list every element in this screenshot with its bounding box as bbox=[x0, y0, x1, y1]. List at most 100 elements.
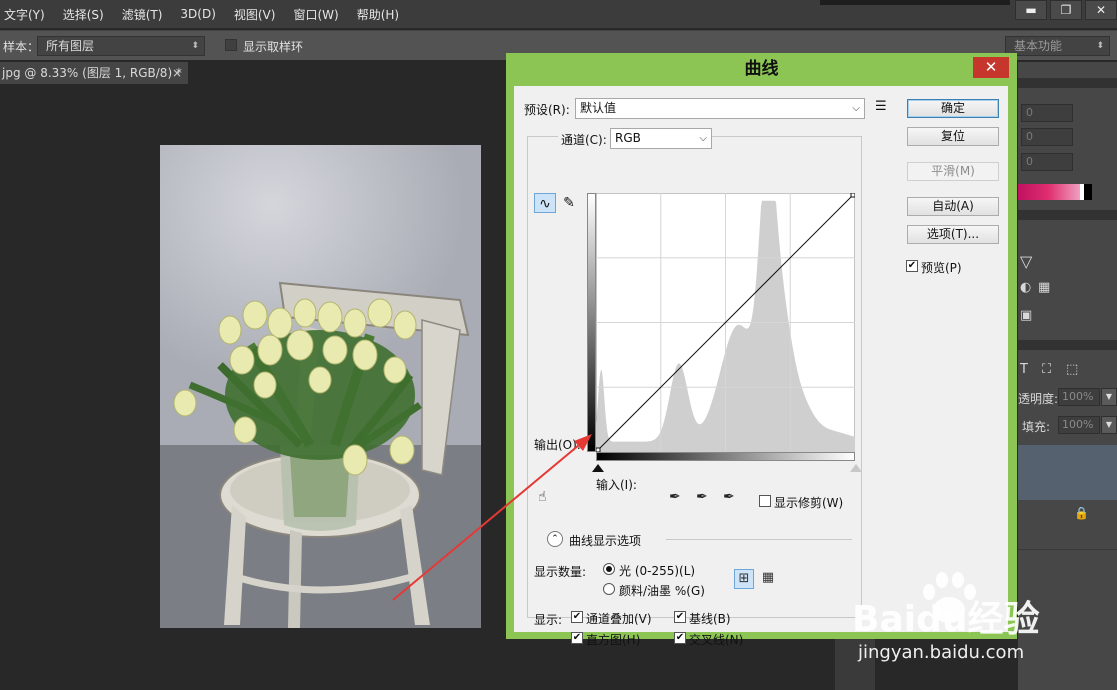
ok-button[interactable]: 确定 bbox=[907, 99, 999, 118]
preview-checkbox[interactable]: ✔ bbox=[906, 260, 918, 272]
chevron-up-icon[interactable]: ⌃ bbox=[547, 531, 563, 547]
channel-overlay-checkbox[interactable]: ✔ bbox=[571, 611, 583, 623]
input-gradient-bar bbox=[596, 452, 855, 461]
curve-options-label: 曲线显示选项 bbox=[569, 534, 642, 548]
menu-help[interactable]: 帮助(H) bbox=[348, 6, 408, 23]
output-gradient-bar bbox=[587, 193, 596, 452]
watermark-brand: Baidu经验 bbox=[852, 599, 1040, 640]
chevron-down-icon: ⌵ bbox=[699, 133, 707, 144]
intersection-checkbox[interactable]: ✔ bbox=[674, 632, 686, 644]
sample-select[interactable]: 所有图层 ⬍ bbox=[37, 36, 205, 56]
pigment-label: 颜料/油墨 %(G) bbox=[619, 584, 705, 598]
menu-filter[interactable]: 滤镜(T) bbox=[113, 6, 172, 23]
menu-type[interactable]: 文字(Y) bbox=[0, 6, 54, 23]
preset-menu-icon[interactable]: ☰ bbox=[875, 99, 887, 114]
triangle-down-icon[interactable]: ▽ bbox=[1020, 252, 1032, 271]
color-field-1[interactable]: 0 bbox=[1021, 104, 1073, 122]
document-title: jpg @ 8.33% (图层 1, RGB/8) * bbox=[2, 66, 182, 80]
square-icon[interactable]: ▣ bbox=[1020, 308, 1032, 323]
curve-edit-tool[interactable]: ∿ bbox=[534, 193, 556, 213]
baseline-checkbox[interactable]: ✔ bbox=[674, 611, 686, 623]
show-clipping-checkbox[interactable] bbox=[759, 495, 771, 507]
lock-icon: 🔒 bbox=[1074, 506, 1089, 520]
menu-window[interactable]: 窗口(W) bbox=[284, 6, 347, 23]
smooth-button[interactable]: 平滑(M) bbox=[907, 162, 999, 181]
target-adjust-icon[interactable]: ☝ bbox=[538, 489, 547, 505]
document-image bbox=[160, 145, 481, 628]
simple-grid-button[interactable]: ⊞ bbox=[734, 569, 754, 589]
tulip-chair-photo bbox=[160, 145, 481, 628]
menu-select[interactable]: 选择(S) bbox=[54, 6, 113, 23]
dialog-title: 曲线 bbox=[744, 59, 779, 79]
layer-row-selected[interactable] bbox=[1018, 445, 1117, 500]
curve-point-white[interactable] bbox=[850, 193, 855, 198]
white-point-slider[interactable] bbox=[850, 464, 862, 472]
panel-header bbox=[1018, 340, 1117, 350]
auto-button[interactable]: 自动(A) bbox=[907, 197, 999, 216]
show-label: 显示: bbox=[534, 613, 563, 627]
show-clipping-label: 显示修剪(W) bbox=[774, 496, 844, 510]
circle-icon[interactable]: ◐ bbox=[1020, 280, 1031, 295]
minimize-button[interactable]: ▬ bbox=[1015, 0, 1047, 20]
detailed-grid-button[interactable]: ▦ bbox=[758, 569, 778, 589]
opacity-input[interactable]: 100% bbox=[1058, 388, 1100, 406]
show-ring-checkbox[interactable] bbox=[225, 39, 237, 51]
close-tab-icon[interactable]: × bbox=[172, 62, 182, 84]
color-ramp-black bbox=[1084, 184, 1092, 200]
preview-label: 预览(P) bbox=[921, 261, 962, 275]
menu-view[interactable]: 视图(V) bbox=[225, 6, 285, 23]
histogram-checkbox[interactable]: ✔ bbox=[571, 632, 583, 644]
menu-3d[interactable]: 3D(D) bbox=[171, 7, 224, 21]
channel-value: RGB bbox=[615, 131, 641, 145]
pencil-icon[interactable]: ✎ bbox=[558, 193, 580, 213]
layer-row-background[interactable]: 🔒 bbox=[1018, 500, 1117, 550]
restore-button[interactable]: ❐ bbox=[1050, 0, 1082, 20]
curves-dialog: 曲线 ✕ 预设(R): 默认值 ⌵ ☰ 通道(C): RGB ⌵ ∿ ✎ 输出(… bbox=[506, 53, 1017, 647]
channel-label: 通道(C): bbox=[558, 131, 610, 148]
color-ramp[interactable] bbox=[1018, 184, 1080, 200]
chevron-down-icon: ⌵ bbox=[852, 103, 860, 114]
fill-input[interactable]: 100% bbox=[1058, 416, 1100, 434]
black-eyedropper-icon[interactable]: ✒ bbox=[669, 489, 681, 505]
opacity-label: 透明度: bbox=[1018, 392, 1059, 406]
curve-graph[interactable] bbox=[596, 193, 855, 452]
artboard-icon[interactable]: ⬚ bbox=[1066, 362, 1078, 377]
black-point-slider[interactable] bbox=[592, 464, 604, 472]
preset-label: 预设(R): bbox=[524, 103, 570, 117]
baidu-watermark: Baidu经验 jingyan.baidu.com bbox=[852, 570, 1092, 680]
workspace-select[interactable]: 基本功能 ⬍ bbox=[1005, 36, 1110, 56]
color-field-3[interactable]: 0 bbox=[1021, 153, 1073, 171]
fill-dropdown[interactable]: ▼ bbox=[1101, 416, 1117, 434]
dialog-body: 预设(R): 默认值 ⌵ ☰ 通道(C): RGB ⌵ ∿ ✎ 输出(O): 输… bbox=[514, 86, 1008, 647]
workspace-value: 基本功能 bbox=[1014, 39, 1063, 53]
panel-header bbox=[1018, 78, 1117, 88]
transform-icon[interactable]: ⛶ bbox=[1042, 362, 1051, 377]
divider bbox=[666, 539, 852, 540]
input-label: 输入(I): bbox=[596, 478, 637, 492]
dialog-close-button[interactable]: ✕ bbox=[973, 57, 1009, 78]
close-window-button[interactable]: ✕ bbox=[1085, 0, 1117, 20]
chevron-updown-icon: ⬍ bbox=[191, 41, 199, 51]
preset-select[interactable]: 默认值 ⌵ bbox=[575, 98, 865, 119]
fill-label: 填充: bbox=[1022, 420, 1051, 434]
grid-icon[interactable]: ▦ bbox=[1038, 280, 1050, 295]
opacity-dropdown[interactable]: ▼ bbox=[1101, 388, 1117, 406]
panel-header bbox=[1018, 210, 1117, 220]
document-tab[interactable]: jpg @ 8.33% (图层 1, RGB/8) * × bbox=[0, 62, 188, 84]
text-layer-icon[interactable]: T bbox=[1020, 362, 1028, 377]
color-field-2[interactable]: 0 bbox=[1021, 128, 1073, 146]
intersection-label: 交叉线(N) bbox=[689, 633, 744, 647]
window-controls: ▬ ❐ ✕ bbox=[1012, 0, 1117, 22]
sample-select-value: 所有图层 bbox=[46, 39, 95, 53]
reset-button[interactable]: 复位 bbox=[907, 127, 999, 146]
show-ring-label: 显示取样环 bbox=[243, 40, 304, 54]
channel-select[interactable]: RGB ⌵ bbox=[610, 128, 712, 149]
histogram-label: 直方图(H) bbox=[586, 633, 641, 647]
gray-eyedropper-icon[interactable]: ✒ bbox=[696, 489, 708, 505]
options-button[interactable]: 选项(T)... bbox=[907, 225, 999, 244]
show-amount-label: 显示数量: bbox=[534, 565, 587, 579]
pigment-radio[interactable] bbox=[603, 583, 615, 595]
output-label: 输出(O): bbox=[534, 438, 581, 452]
white-eyedropper-icon[interactable]: ✒ bbox=[723, 489, 735, 505]
light-radio[interactable] bbox=[603, 563, 615, 575]
